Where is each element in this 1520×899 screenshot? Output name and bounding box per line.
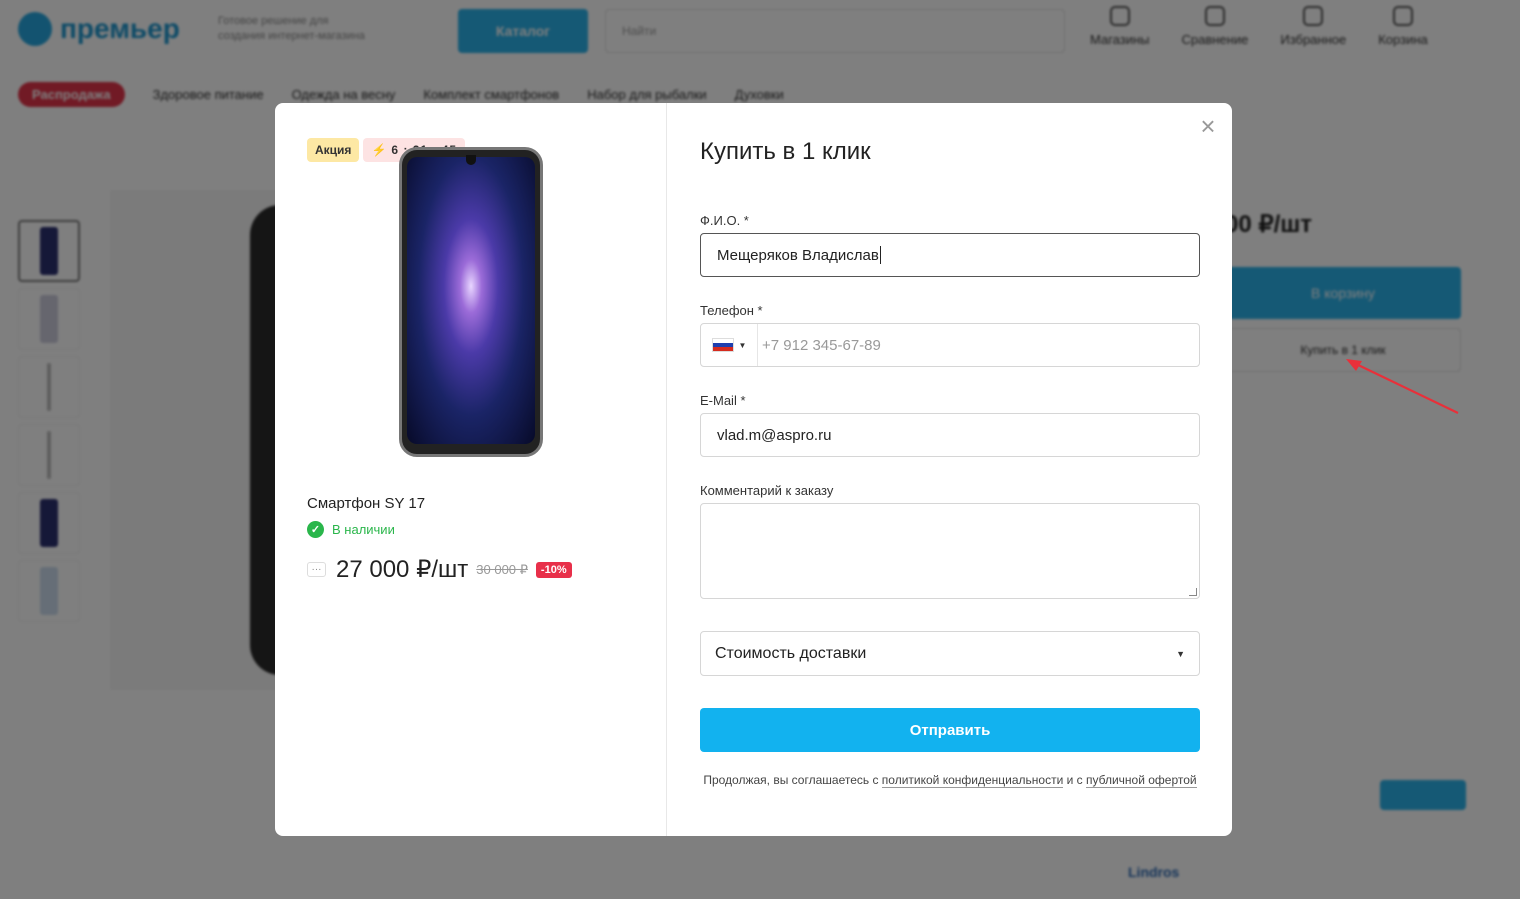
stock-status: ✓ В наличии xyxy=(307,521,395,538)
submit-button[interactable]: Отправить xyxy=(700,708,1200,752)
name-field[interactable]: Мещеряков Владислав xyxy=(700,233,1200,277)
public-offer-link[interactable]: публичной офертой xyxy=(1086,773,1197,788)
product-image xyxy=(399,147,543,457)
name-label: Ф.И.О. * xyxy=(700,213,749,228)
close-icon[interactable]: × xyxy=(1198,113,1218,139)
phone-field[interactable]: ▼ +7 912 345-67-89 xyxy=(700,323,1200,367)
discount-badge: -10% xyxy=(535,561,572,578)
current-price: 27 000 ₽/шт xyxy=(336,556,469,583)
country-selector[interactable]: ▼ xyxy=(701,324,758,366)
caret-down-icon: ▼ xyxy=(1176,648,1185,659)
text-caret xyxy=(879,246,881,264)
phone-placeholder: +7 912 345-67-89 xyxy=(762,336,881,354)
more-icon[interactable]: ··· xyxy=(307,562,326,577)
product-summary: Акция ⚡ 6 : 21 : 45 Смартфон SY 17 ✓ В н… xyxy=(275,103,667,836)
sale-badge: Акция xyxy=(307,138,360,162)
resize-handle-icon[interactable] xyxy=(1189,588,1197,596)
agreement-text: Продолжая, вы соглашаетесь с политикой к… xyxy=(703,773,1197,788)
delivery-select[interactable]: Стоимость доставки ▼ xyxy=(700,631,1200,676)
comment-textarea[interactable] xyxy=(700,503,1200,599)
email-label: E-Mail * xyxy=(700,393,746,408)
modal-title: Купить в 1 клик xyxy=(700,138,871,165)
old-price: 30 000 ₽ xyxy=(476,561,528,577)
order-form: × Купить в 1 клик Ф.И.О. * Мещеряков Вла… xyxy=(668,103,1232,836)
email-field[interactable]: vlad.m@aspro.ru xyxy=(700,413,1200,457)
check-circle-icon: ✓ xyxy=(307,521,324,538)
annotation-arrow xyxy=(1346,359,1459,414)
product-name: Смартфон SY 17 xyxy=(307,495,426,512)
privacy-policy-link[interactable]: политикой конфиденциальности xyxy=(881,773,1064,788)
lightning-icon: ⚡ xyxy=(371,143,388,157)
buy-one-click-modal: Акция ⚡ 6 : 21 : 45 Смартфон SY 17 ✓ В н… xyxy=(275,103,1232,836)
phone-label: Телефон * xyxy=(700,303,763,318)
caret-down-icon: ▼ xyxy=(738,340,747,350)
russia-flag-icon xyxy=(711,338,734,352)
comment-label: Комментарий к заказу xyxy=(700,483,834,498)
price-block: ··· 27 000 ₽/шт 30 000 ₽ -10% xyxy=(307,555,572,584)
